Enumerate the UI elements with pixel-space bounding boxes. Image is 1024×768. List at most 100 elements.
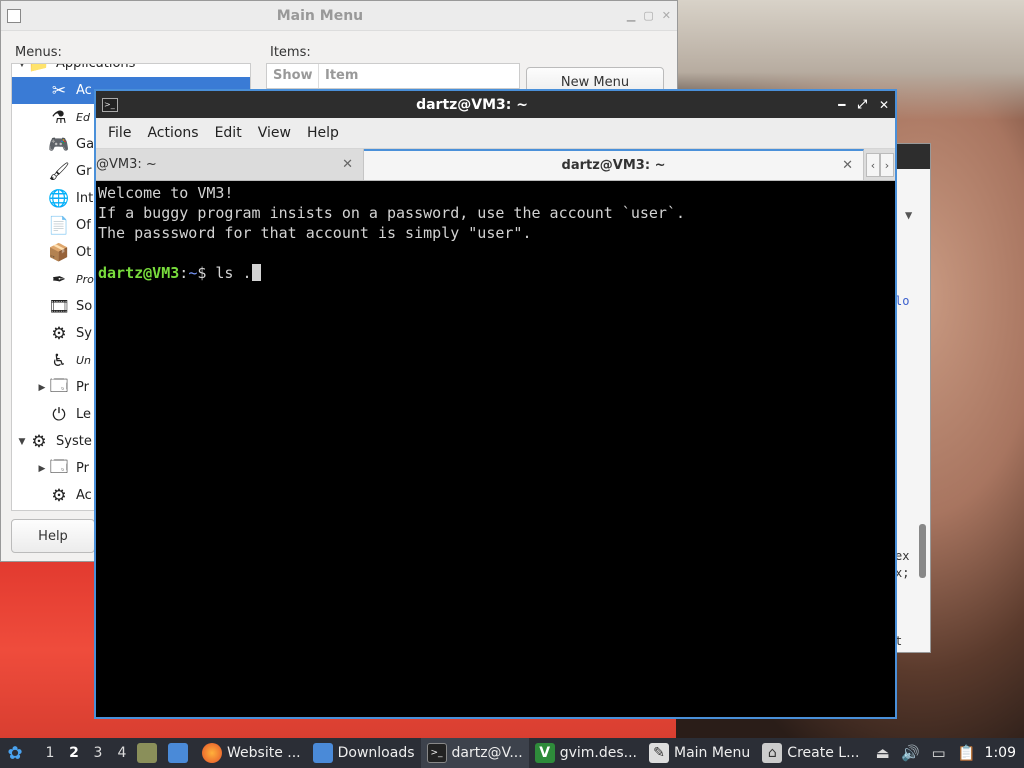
terminal-line: The passsword for that account is simply… (98, 224, 532, 242)
volume-icon[interactable]: 🔊 (900, 742, 922, 764)
clock[interactable]: 1:09 (981, 745, 1024, 761)
vim-icon: V (534, 743, 555, 763)
workspace-1[interactable]: 1 (38, 745, 62, 761)
editor-text-fragment: x; (895, 566, 910, 580)
tree-item-label: Pro (76, 273, 94, 286)
tree-item[interactable]: ▼ 📁 Applications (12, 63, 250, 77)
flask-icon: ⚗ (51, 107, 67, 128)
start-menu-icon[interactable]: ✿ (0, 738, 30, 768)
tree-item-label: Le (76, 407, 92, 422)
expander-down-icon[interactable]: ▼ (16, 437, 28, 447)
taskbar-app-main-menu[interactable]: ✎ Main Menu (643, 738, 756, 768)
terminal-line: If a buggy program insists on a password… (98, 204, 685, 222)
display-icon[interactable]: ▭ (928, 742, 950, 764)
tree-item-label: Ga (76, 137, 95, 152)
terminal-title: dartz@VM3: ~ (416, 96, 529, 113)
tree-item-label: So (76, 299, 93, 314)
menu-file[interactable]: File (100, 125, 139, 141)
items-table-header: Show Item (266, 63, 520, 89)
menu-actions[interactable]: Actions (139, 125, 206, 141)
taskbar: ✿ 1 2 3 4 Website ... Downloads >_ dartz@… (0, 738, 1024, 768)
command-text: ls . (215, 264, 252, 282)
window-title: Main Menu (276, 7, 364, 24)
dropdown-arrow-icon[interactable]: ▼ (905, 208, 912, 222)
workspace-2[interactable]: 2 (62, 745, 86, 761)
file-manager-launcher[interactable] (134, 738, 165, 768)
terminal-icon: >_ (102, 97, 118, 112)
tree-item-label: Ac (76, 488, 92, 503)
terminal-tabbar: @VM3: ~ ✕ dartz@VM3: ~ ✕ ‹ › (96, 149, 895, 181)
column-show[interactable]: Show (267, 64, 319, 88)
tree-item-label: Gr (76, 164, 92, 179)
tree-item-label: Of (76, 218, 91, 233)
taskbar-app-downloads[interactable]: Downloads (307, 738, 421, 768)
tab-2[interactable]: dartz@VM3: ~ ✕ (364, 149, 864, 180)
menu-editor-icon (7, 8, 21, 23)
workspace-4[interactable]: 4 (110, 745, 134, 761)
tab-next-button[interactable]: › (880, 153, 894, 177)
maximize-icon[interactable]: ▢ (643, 9, 653, 22)
terminal-screen[interactable]: Welcome to VM3! If a buggy program insis… (96, 181, 895, 717)
preferences-icon: 🗔 (49, 457, 69, 477)
taskbar-app-create-launcher[interactable]: ⌂ Create L... (756, 738, 865, 768)
editor-text-fragment: ex (895, 549, 910, 563)
gear-icon: ⚙ (51, 485, 67, 506)
menu-edit[interactable]: Edit (207, 125, 250, 141)
tree-item-label: Pr (76, 380, 89, 395)
prompt-path: ~ (188, 264, 198, 282)
power-icon: ⏻ (52, 404, 66, 425)
terminal-menubar: File Actions Edit View Help (96, 118, 895, 149)
gear-icon: ⚙ (51, 323, 67, 344)
folder-icon: 📁 (28, 63, 50, 74)
close-icon[interactable]: ✕ (662, 9, 671, 22)
tree-item-label: Ac (76, 83, 92, 98)
taskbar-app-terminal[interactable]: >_ dartz@V... (420, 738, 529, 768)
tree-item-label: Ot (76, 245, 92, 260)
scrollbar-thumb[interactable] (919, 524, 926, 578)
taskbar-app-label: Create L... (787, 745, 860, 761)
menu-help[interactable]: Help (299, 125, 347, 141)
close-tab-icon[interactable]: ✕ (342, 157, 353, 172)
prompt-symbol: $ (197, 264, 216, 282)
expander-right-icon[interactable]: ▶ (36, 464, 48, 474)
terminal-line: Welcome to VM3! (98, 184, 234, 202)
editor-text-fragment: lo (895, 294, 910, 308)
tree-item-label: Sy (76, 326, 92, 341)
accessibility-icon: ♿ (51, 350, 67, 371)
clipboard-icon[interactable]: 📋 (956, 742, 978, 764)
show-desktop-launcher[interactable] (165, 738, 196, 768)
expander-right-icon[interactable]: ▶ (36, 383, 48, 393)
taskbar-app-gvim[interactable]: Vgvim.des... (529, 738, 643, 768)
accessories-icon: ✂ (51, 80, 67, 101)
main-menu-titlebar[interactable]: Main Menu ▁ ▢ ✕ (1, 1, 677, 31)
desktop-icon (168, 743, 188, 763)
help-button[interactable]: Help (11, 519, 95, 553)
expander-down-icon[interactable]: ▼ (16, 64, 28, 69)
terminal-titlebar[interactable]: >_ dartz@VM3: ~ ━ ⤢ ✕ (96, 91, 895, 118)
background-editor-window[interactable]: ▼ lo ex x; t (895, 143, 931, 653)
film-icon: 🎞 (48, 296, 70, 317)
tab-1[interactable]: @VM3: ~ ✕ (96, 149, 364, 180)
removable-drive-icon[interactable]: ⏏ (872, 742, 894, 764)
close-tab-icon[interactable]: ✕ (842, 158, 853, 173)
column-item[interactable]: Item (319, 64, 519, 88)
menu-view[interactable]: View (250, 125, 299, 141)
tab-prev-button[interactable]: ‹ (866, 153, 880, 177)
menus-label: Menus: (15, 45, 62, 60)
editor-titlebar[interactable] (895, 144, 930, 169)
close-icon[interactable]: ✕ (879, 98, 889, 112)
workspace-3[interactable]: 3 (86, 745, 110, 761)
globe-icon: 🌐 (48, 188, 70, 209)
preferences-icon: 🗔 (49, 376, 69, 396)
taskbar-app-website[interactable]: Website ... (196, 738, 307, 768)
file-manager-icon (137, 743, 157, 763)
tree-item-label: Un (76, 354, 92, 367)
gear-icon: ⚙ (31, 431, 47, 452)
minimize-icon[interactable]: ▁ (627, 9, 635, 22)
text-cursor (251, 264, 261, 281)
maximize-icon[interactable]: ⤢ (857, 97, 867, 112)
minimize-icon[interactable]: ━ (838, 98, 845, 112)
prompt-user: dartz@VM3 (98, 264, 180, 282)
folder-icon (312, 743, 333, 763)
office-icon: 📄 (48, 215, 70, 236)
